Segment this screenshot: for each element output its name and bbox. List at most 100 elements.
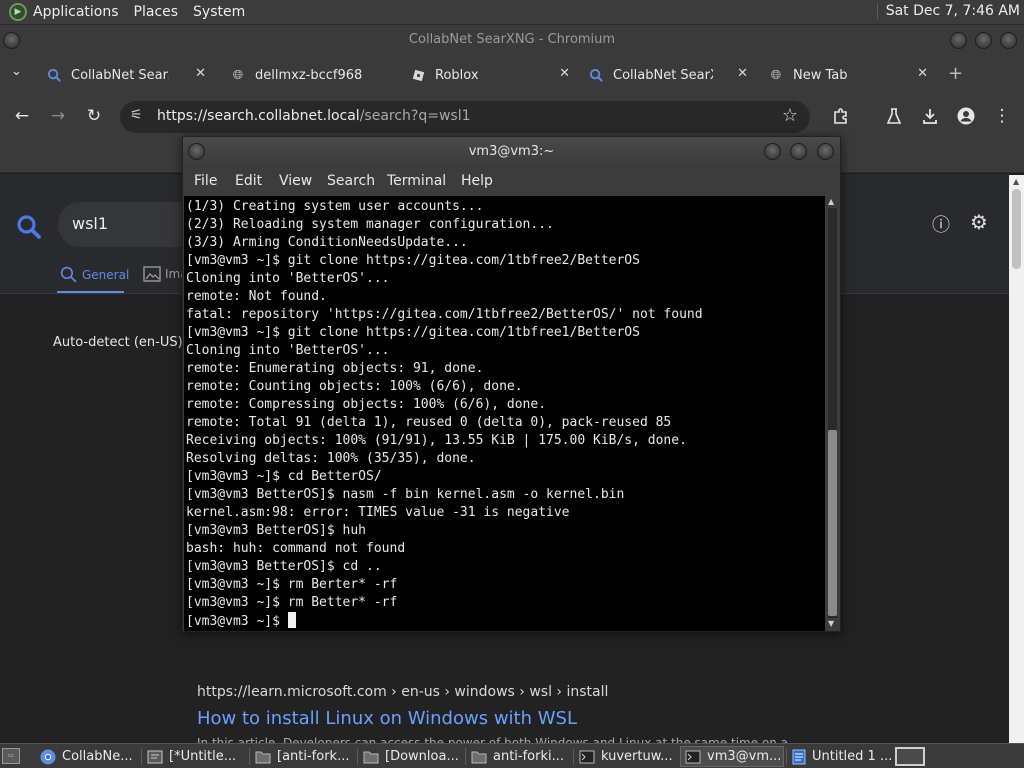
task-label: [Downloa... [385,749,459,764]
close-icon[interactable] [1000,32,1017,49]
gear-icon[interactable]: ⚙ [970,210,988,234]
forward-arrow-icon[interactable]: → [46,104,70,128]
category-general-tab[interactable]: General [60,266,129,283]
terminal-line: bash: huh: command not found [186,541,406,556]
system-menu[interactable]: System [193,4,245,20]
terminal-line: remote: Not found. [186,289,327,304]
task-separator [573,748,574,765]
active-category-underline [57,291,124,293]
terminal-line: remote: Enumerating objects: 91, done. [186,361,484,376]
image-icon [143,266,161,282]
tab-close-icon[interactable]: ✕ [917,66,928,81]
search-query-text[interactable]: wsl1 [72,214,108,233]
scroll-up-arrow-icon[interactable]: ▲ [828,197,834,206]
search-icon [60,266,77,283]
download-icon[interactable] [918,104,942,128]
language-selector[interactable]: Auto-detect (en-US) [53,335,183,350]
scroll-down-arrow-icon[interactable]: ▼ [828,619,834,628]
bottom-taskbar: ▭ CollabNe... [*Untitle... [anti-fork...… [0,743,1024,768]
reload-icon[interactable]: ↻ [82,104,106,128]
terminal-line: remote: Total 91 (delta 1), reused 0 (de… [186,415,672,430]
chromium-icon [40,749,56,765]
terminal-line: (2/3) Reloading system manager configura… [186,217,554,232]
site-info-icon[interactable]: ⚟ [130,107,143,123]
address-url[interactable]: https://search.collabnet.local/search?q=… [157,108,471,124]
result-snippet: In this article. Developers can access t… [197,736,789,743]
maximize-icon[interactable] [975,32,992,49]
tab-new-tab[interactable]: 🌐︎ New Tab ✕ [760,61,936,89]
task-text-editor[interactable]: [*Untitle... [143,746,247,767]
profile-avatar-icon[interactable] [954,104,978,128]
minimize-icon[interactable] [764,143,781,160]
page-scroll-thumb[interactable] [1012,189,1021,269]
task-separator [786,748,787,765]
browser-titlebar[interactable]: CollabNet SearXNG - Chromium [0,25,1024,57]
address-bar[interactable]: ⚟ https://search.collabnet.local/search?… [120,101,810,133]
distro-logo-icon[interactable]: ▶ [9,3,27,21]
menu-terminal[interactable]: Terminal [387,173,446,189]
extensions-puzzle-icon[interactable] [829,104,853,128]
terminal-titlebar[interactable]: vm3@vm3:~ [183,137,840,167]
task-anti-fork-folder[interactable]: [anti-fork... [251,746,355,767]
panel-clock[interactable]: Sat Dec 7, 7:46 AM [876,3,1020,19]
scroll-up-arrow-icon[interactable]: ▲ [1013,177,1019,186]
terminal-line: [vm3@vm3 ~]$ git clone https://gitea.com… [186,325,640,340]
task-kuvertuw-terminal[interactable]: kuvertuw... [575,746,679,767]
tab-close-icon[interactable]: ✕ [195,66,206,81]
menu-help[interactable]: Help [461,173,493,189]
close-icon[interactable] [817,143,834,160]
category-label: General [82,267,130,282]
search-icon [46,67,62,83]
terminal-output[interactable]: (1/3) Creating system user accounts... (… [184,196,825,631]
globe-icon: 🌐︎ [770,67,782,83]
search-icon [588,67,604,83]
result-url[interactable]: https://learn.microsoft.com › en-us › wi… [197,684,608,700]
task-chromium[interactable]: CollabNe... [36,746,139,767]
menu-view[interactable]: View [279,173,312,189]
task-label: [anti-fork... [277,749,350,764]
menu-edit[interactable]: Edit [235,173,262,189]
tab-collabnet-searxng-2[interactable]: CollabNet SearXNG ✕ [580,61,756,89]
tab-collabnet-searxng-1[interactable]: CollabNet SearXNG ✕ [38,61,214,89]
workspace-switcher[interactable] [895,747,925,766]
task-downloads-folder[interactable]: [Downloa... [359,746,463,767]
back-arrow-icon[interactable]: ← [10,104,34,128]
minimize-icon[interactable] [950,32,967,49]
category-images-tab[interactable]: Ima [143,266,188,282]
applications-menu[interactable]: Applications [33,4,119,20]
bookmark-star-icon[interactable]: ☆ [782,105,798,126]
folder-icon [471,749,487,765]
places-menu[interactable]: Places [134,4,179,20]
menu-file[interactable]: File [194,173,217,189]
tab-close-icon[interactable]: ✕ [559,66,570,81]
terminal-line: Cloning into 'BetterOS'... [186,343,390,358]
info-icon[interactable]: ⓘ [932,211,950,237]
terminal-line: remote: Counting objects: 100% (6/6), do… [186,379,523,394]
kebab-menu-icon[interactable]: ⋮ [990,104,1014,128]
tab-search-chevron-icon[interactable]: ⌄ [11,64,22,79]
tab-close-icon[interactable]: ✕ [737,66,748,81]
terminal-scrollbar[interactable]: ▲ ▼ [826,196,839,631]
window-menu-icon[interactable] [188,143,205,160]
searxng-logo-search-icon[interactable] [16,214,42,240]
terminal-line: (1/3) Creating system user accounts... [186,199,484,214]
tab-dellmxz[interactable]: 🌐︎ dellmxz-bccf9689 [222,61,390,89]
menu-search[interactable]: Search [327,173,375,189]
terminal-line: [vm3@vm3 ~]$ rm Berter* -rf [186,577,398,592]
result-title-link[interactable]: How to install Linux on Windows with WSL [197,708,577,729]
tab-title: CollabNet SearXNG [71,67,169,83]
new-tab-plus-icon[interactable]: + [948,63,963,84]
terminal-prompt-line[interactable]: [vm3@vm3 ~]$ [186,612,825,630]
terminal-line: kernel.asm:98: error: TIMES value -31 is… [186,505,570,520]
show-desktop-icon[interactable]: ▭ [2,748,20,764]
task-vm3-terminal[interactable]: vm3@vm... [680,746,784,767]
page-scrollbar[interactable]: ▲ [1009,175,1024,743]
task-anti-forking-folder[interactable]: anti-forki... [467,746,571,767]
window-menu-icon[interactable] [3,32,20,49]
terminal-scroll-thumb[interactable] [828,430,837,616]
labs-flask-icon[interactable] [882,104,906,128]
tab-roblox[interactable]: Roblox ✕ [402,61,578,89]
maximize-icon[interactable] [790,143,807,160]
tab-fade [170,65,188,85]
task-untitled-document[interactable]: Untitled 1 ... [788,746,892,767]
